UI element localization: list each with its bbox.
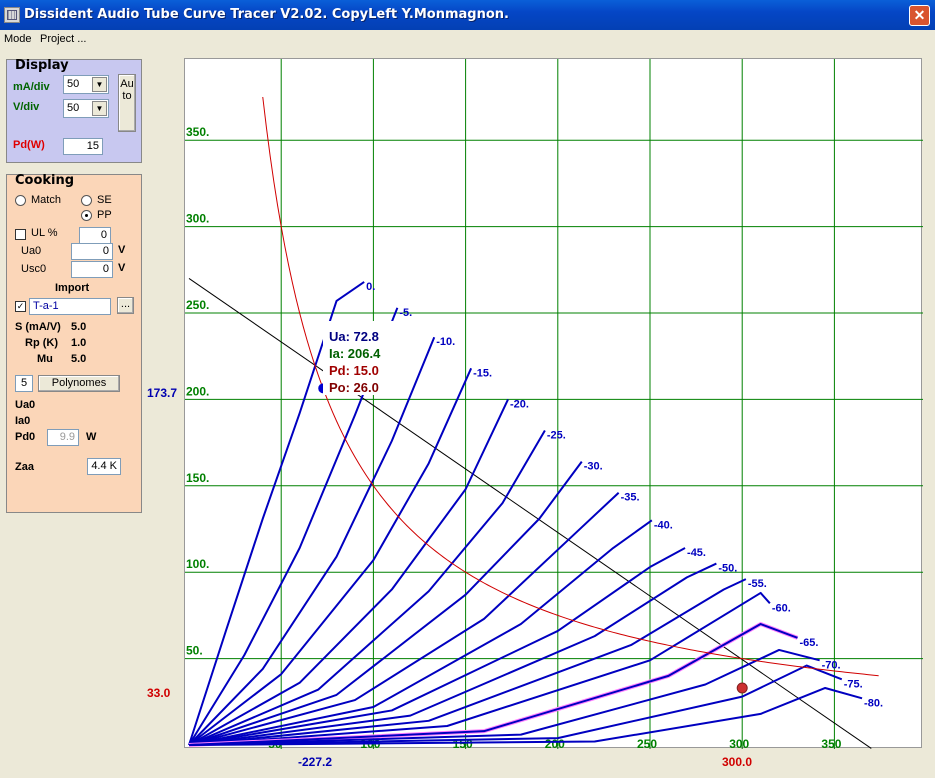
x-tick-label: 350 xyxy=(821,737,841,749)
rp-value: 1.0 xyxy=(71,337,87,349)
curve-label: -40. xyxy=(654,519,673,531)
usc0-unit: V xyxy=(118,262,126,274)
y-tick-label: 150. xyxy=(186,471,209,485)
pp-label: PP xyxy=(97,209,112,221)
polynomes-button[interactable]: Polynomes xyxy=(38,375,120,392)
plate-curve xyxy=(188,547,686,746)
window-title: Dissident Audio Tube Curve Tracer V2.02.… xyxy=(24,7,509,22)
match-label: Match xyxy=(31,194,61,206)
ul-input[interactable]: 0 xyxy=(79,227,111,244)
curve-label: -45. xyxy=(687,547,706,559)
s-label: S (mA/V) xyxy=(15,321,61,333)
pd-label: Pd(W) xyxy=(13,139,45,151)
app-icon xyxy=(4,7,20,23)
plate-curve xyxy=(188,664,843,746)
se-label: SE xyxy=(97,194,112,206)
mu-label: Mu xyxy=(37,353,53,365)
pd0-label: Pd0 xyxy=(15,431,36,443)
op-ia-marker-label: 173.7 xyxy=(147,386,178,400)
y-tick-label: 200. xyxy=(186,384,209,398)
display-title: Display xyxy=(15,58,69,73)
import-label: Import xyxy=(55,282,90,294)
q-ia-marker-label: 33.0 xyxy=(147,686,171,700)
se-radio[interactable] xyxy=(81,195,92,206)
ua0-input[interactable]: 0 xyxy=(71,243,113,260)
import-checkbox[interactable]: ✓ xyxy=(15,301,26,312)
curve-label: -30. xyxy=(584,461,603,473)
menu-project[interactable]: Project ... xyxy=(40,33,86,45)
pd0-field: 9.9 xyxy=(47,429,79,446)
curve-label: -50. xyxy=(718,563,737,575)
curve-label: -15. xyxy=(473,367,492,379)
y-tick-label: 50. xyxy=(186,644,203,658)
s-value: 5.0 xyxy=(71,321,87,333)
ma-div-label: mA/div xyxy=(13,81,50,93)
ul-checkbox[interactable] xyxy=(15,229,26,240)
rp-label: Rp (K) xyxy=(25,337,58,349)
curve-label: -25. xyxy=(547,430,566,442)
curve-label: -75. xyxy=(844,678,863,690)
curve-label: -20. xyxy=(510,398,529,410)
title-bar: Dissident Audio Tube Curve Tracer V2.02.… xyxy=(0,0,935,30)
curve-label: -5. xyxy=(399,307,412,319)
poly-count-input[interactable]: 5 xyxy=(15,375,33,392)
info-po: Po: 26.0 xyxy=(329,380,379,395)
pp-radio[interactable] xyxy=(81,210,92,221)
v-div-label: V/div xyxy=(13,101,40,113)
plate-curve xyxy=(188,648,820,746)
ia0-output-label: Ia0 xyxy=(15,415,31,427)
pd0-unit: W xyxy=(86,431,97,443)
import-field[interactable]: T-a-1 xyxy=(29,298,111,315)
auto-button[interactable]: Auto xyxy=(118,74,136,132)
browse-button[interactable]: ... xyxy=(117,297,134,314)
q-ua-marker-label: 300.0 xyxy=(722,755,753,769)
load-line xyxy=(188,278,872,749)
curve-label: -55. xyxy=(748,578,767,590)
y-tick-label: 300. xyxy=(186,212,209,226)
display-panel: Display mA/div 50 ▼ V/div 50 ▼ Auto Pd(W) … xyxy=(6,58,142,163)
info-pd: Pd: 15.0 xyxy=(329,363,379,378)
plate-curve xyxy=(188,367,473,746)
close-button[interactable]: ✕ xyxy=(909,5,930,26)
chevron-down-icon[interactable]: ▼ xyxy=(92,77,107,92)
plate-curve xyxy=(188,686,863,746)
x-tick-label: 300 xyxy=(729,737,749,749)
curve-label: -80. xyxy=(864,697,883,709)
ul-label: UL % xyxy=(31,227,58,239)
cooking-title: Cooking xyxy=(15,173,75,188)
curve-label: -60. xyxy=(772,602,791,614)
y-tick-label: 350. xyxy=(186,125,209,139)
cooking-panel: Cooking Match SE PP UL % 0 Ua0 0 V Usc0 … xyxy=(6,173,142,513)
quiescent-point-marker xyxy=(736,682,748,694)
curve-label: -65. xyxy=(800,637,819,649)
curve-label: 0. xyxy=(366,281,375,293)
v-div-select[interactable]: 50 ▼ xyxy=(63,99,109,118)
x-tick-label: 250 xyxy=(637,737,657,749)
ua0-output-label: Ua0 xyxy=(15,399,36,411)
zaa-input[interactable]: 4.4 K xyxy=(87,458,121,475)
chevron-down-icon[interactable]: ▼ xyxy=(92,101,107,116)
ma-div-select[interactable]: 50 ▼ xyxy=(63,75,109,94)
y-tick-label: 250. xyxy=(186,298,209,312)
mu-value: 5.0 xyxy=(71,353,87,365)
curve-plot[interactable]: 50. 100. 150. 200. 250. 300. 350. 50 100 150 200 25… xyxy=(184,58,923,751)
curve-label: -10. xyxy=(436,336,455,348)
zaa-label: Zaa xyxy=(15,461,34,473)
menu-bar: Mode Project ... xyxy=(0,30,935,49)
curve-plot-svg: 50.100.150.200.250.300.350.50 100 150 200 25… xyxy=(185,59,923,751)
usc0-input[interactable]: 0 xyxy=(71,261,113,278)
usc0-label: Usc0 xyxy=(21,263,47,275)
op-ua-marker-label: -227.2 xyxy=(298,755,333,769)
ua0-label: Ua0 xyxy=(21,245,42,257)
ua0-unit: V xyxy=(118,244,126,256)
pd-input[interactable]: 15 xyxy=(63,138,103,155)
info-ua: Ua: 72.8 xyxy=(329,329,379,344)
y-tick-label: 100. xyxy=(186,557,209,571)
match-radio[interactable] xyxy=(15,195,26,206)
info-ia: Ia: 206.4 xyxy=(329,346,381,361)
menu-mode[interactable]: Mode xyxy=(4,33,32,45)
curve-label: -35. xyxy=(621,492,640,504)
